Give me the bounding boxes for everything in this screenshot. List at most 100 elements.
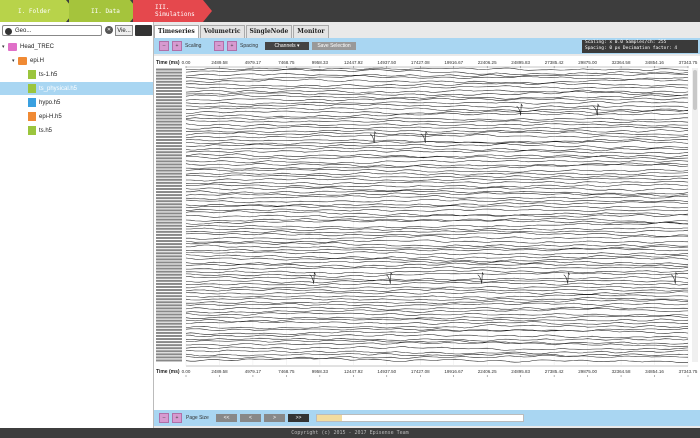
save-selection-button[interactable]: Save Selection [312, 42, 356, 50]
channel-trace[interactable] [185, 101, 689, 105]
channel-trace[interactable] [185, 318, 689, 323]
channel-trace[interactable] [185, 262, 689, 268]
channel-trace[interactable] [185, 82, 689, 87]
channel-trace[interactable] [185, 159, 689, 164]
channel-trace[interactable] [186, 107, 689, 112]
channel-trace[interactable] [185, 285, 689, 289]
channel-trace[interactable] [186, 266, 689, 270]
channel-trace[interactable] [185, 306, 689, 311]
channel-trace[interactable] [185, 276, 689, 281]
channel-trace[interactable] [186, 177, 688, 182]
tab-volumetric[interactable]: Volumetric [199, 25, 245, 38]
tree-item[interactable]: ts_physical.h5 [0, 82, 153, 95]
channel-trace[interactable] [185, 346, 689, 351]
channel-trace[interactable] [185, 187, 689, 192]
timeseries-chart[interactable]: Time (ms) 0.00 2489.58 4979.17 7468.75 9958.3… [154, 56, 700, 410]
timeseries-svg[interactable]: Time (ms) 0.00 2489.58 4979.17 7468.75 9958.3… [154, 56, 700, 410]
channel-trace[interactable] [185, 235, 689, 240]
tree-item[interactable]: ▾ Head_TREC [0, 40, 153, 53]
channel-trace[interactable] [185, 315, 688, 320]
channel-trace[interactable] [185, 73, 689, 78]
channel-trace[interactable] [185, 357, 688, 363]
tab-singlenode[interactable]: SingleNode [245, 25, 293, 38]
page-size-minus-button[interactable]: – [159, 413, 169, 423]
toggle-button[interactable] [135, 25, 152, 36]
channel-trace[interactable] [185, 242, 689, 247]
channel-trace[interactable] [185, 272, 689, 278]
tree-item[interactable]: epi-H.h5 [0, 110, 153, 123]
tab-timeseries[interactable]: Timeseries [154, 25, 199, 38]
close-icon[interactable]: ✕ [105, 26, 113, 34]
channel-trace[interactable] [185, 89, 689, 94]
channel-trace[interactable] [185, 279, 689, 284]
channel-trace[interactable] [185, 328, 688, 332]
channel-trace[interactable] [185, 239, 689, 244]
scrollbar-thumb[interactable] [693, 70, 697, 110]
spacing-minus-button[interactable]: – [214, 41, 224, 51]
channel-trace[interactable] [185, 174, 689, 179]
page-size-plus-button[interactable]: + [172, 413, 182, 423]
channel-trace[interactable] [185, 251, 689, 256]
channel-trace[interactable] [185, 257, 689, 263]
page-nav-button[interactable]: >> [288, 414, 309, 422]
channel-trace[interactable] [185, 172, 689, 176]
tree-item[interactable]: ts-1.h5 [0, 68, 153, 81]
page-nav-button[interactable]: < [240, 414, 261, 422]
channel-trace[interactable] [185, 68, 689, 75]
channel-trace[interactable] [185, 168, 689, 173]
breadcrumb-item[interactable]: I. Folder [0, 0, 66, 22]
channel-trace[interactable] [185, 288, 689, 292]
channel-trace[interactable] [185, 353, 689, 357]
channel-trace[interactable] [185, 119, 689, 123]
spacing-plus-button[interactable]: + [227, 41, 237, 51]
channel-trace[interactable] [186, 227, 688, 231]
channel-trace[interactable] [185, 149, 689, 154]
channel-trace[interactable] [185, 153, 689, 159]
channel-trace[interactable] [186, 269, 689, 274]
channel-trace[interactable] [185, 103, 689, 109]
channel-trace[interactable] [185, 146, 689, 152]
channel-trace[interactable] [185, 138, 689, 144]
channel-trace[interactable] [185, 123, 688, 127]
scrollbar[interactable] [692, 68, 698, 362]
page-nav-button[interactable]: << [216, 414, 237, 422]
tree-item[interactable]: ▾ epi.H [0, 54, 153, 67]
channel-trace[interactable] [185, 291, 689, 295]
channel-trace[interactable] [185, 312, 689, 316]
tab-monitor[interactable]: Monitor [293, 25, 329, 38]
channel-trace[interactable] [185, 229, 689, 234]
channel-trace[interactable] [185, 208, 689, 212]
channel-trace[interactable] [185, 109, 689, 115]
channels-button[interactable]: Channels ▾ [265, 42, 309, 50]
breadcrumb-item[interactable]: III. Simulations [133, 0, 203, 22]
channel-trace[interactable] [185, 334, 689, 339]
channel-trace[interactable] [185, 195, 689, 200]
search-input[interactable]: Geo... [2, 25, 102, 36]
channel-trace[interactable] [185, 281, 689, 286]
channel-trace[interactable] [185, 349, 688, 355]
channel-trace[interactable] [185, 143, 689, 149]
page-nav-button[interactable]: > [264, 414, 285, 422]
channel-trace[interactable] [185, 85, 689, 90]
channel-trace[interactable] [186, 129, 689, 133]
channel-trace[interactable] [185, 183, 689, 188]
tree-item[interactable]: ts.h5 [0, 124, 153, 137]
tree-item[interactable]: hypo.h5 [0, 96, 153, 109]
channel-trace[interactable] [185, 261, 688, 265]
channel-trace[interactable] [185, 214, 689, 218]
channel-trace[interactable] [185, 296, 689, 301]
view-button[interactable]: Vie... [115, 25, 133, 36]
channel-trace[interactable] [185, 337, 689, 342]
channel-trace[interactable] [185, 329, 689, 335]
gear-icon[interactable] [5, 28, 12, 35]
breadcrumb-item[interactable]: II. Data [69, 0, 130, 22]
channel-trace[interactable] [185, 97, 689, 102]
channel-trace[interactable] [185, 324, 689, 330]
channel-trace[interactable] [185, 112, 689, 118]
channel-trace[interactable] [185, 78, 689, 85]
channel-trace[interactable] [185, 117, 688, 121]
channel-trace[interactable] [185, 164, 689, 170]
channel-trace[interactable] [185, 320, 689, 325]
channel-trace[interactable] [185, 181, 689, 185]
channel-trace[interactable] [185, 125, 688, 130]
